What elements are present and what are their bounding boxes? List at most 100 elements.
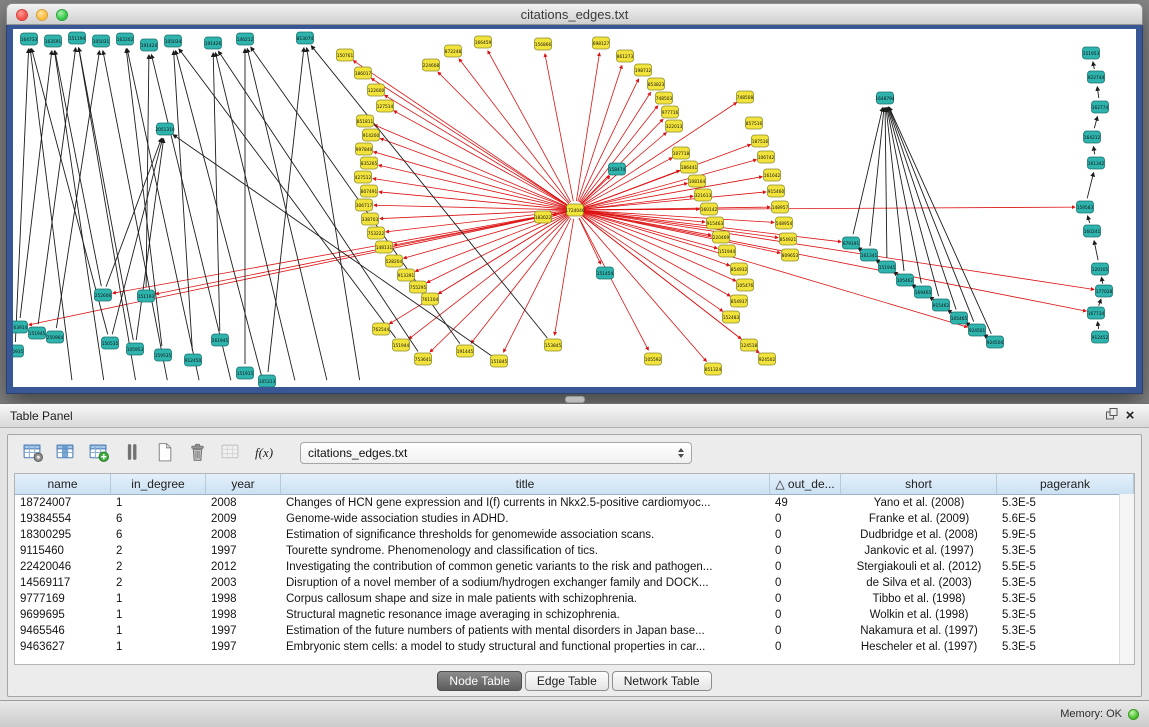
column-header-year[interactable]: year (206, 474, 281, 494)
graph-node[interactable]: 105034 (165, 35, 182, 47)
graph-node[interactable]: 191445 (457, 345, 474, 357)
close-panel-button[interactable]: × (1121, 407, 1139, 425)
tab-network-table[interactable]: Network Table (612, 671, 712, 691)
table-row[interactable]: 2242004622012Investigating the contribut… (15, 559, 1134, 575)
graph-node[interactable]: 914200 (363, 129, 380, 141)
graph-node[interactable]: 748503 (656, 92, 673, 104)
table-row[interactable]: 946362711997Embryonic stem cells: a mode… (15, 639, 1134, 655)
graph-node[interactable]: 912450 (185, 354, 202, 366)
graph-node[interactable]: 161341 (861, 249, 878, 261)
graph-node[interactable]: 997840 (356, 143, 373, 155)
graph-node[interactable]: 151454 (597, 267, 614, 279)
graph-node[interactable]: 915460 (768, 185, 785, 197)
graph-node[interactable]: 151945 (879, 261, 896, 273)
graph-node[interactable]: 148957 (772, 201, 789, 213)
graph-node[interactable]: 146212 (237, 33, 254, 45)
graph-node[interactable]: 107718 (673, 147, 690, 159)
panel-splitter-handle[interactable] (565, 396, 585, 403)
graph-node[interactable]: 761104 (422, 293, 439, 305)
graph-node[interactable]: 150535 (102, 337, 119, 349)
table-row[interactable]: 969969511998Structural magnetic resonanc… (15, 607, 1134, 623)
graph-node[interactable]: 548954 (776, 217, 793, 229)
graph-node[interactable]: 224608 (423, 59, 440, 71)
graph-node[interactable]: 120105 (1092, 263, 1109, 275)
graph-node[interactable]: 854921 (780, 233, 797, 245)
graph-node[interactable]: 977716 (662, 106, 679, 118)
graph-node[interactable]: 809653 (782, 249, 799, 261)
graph-node[interactable]: 191426 (205, 37, 222, 49)
graph-node[interactable]: 150761 (337, 49, 354, 61)
graph-node[interactable]: 753641 (415, 353, 432, 365)
graph-node[interactable]: 151944 (719, 245, 736, 257)
table-scrollbar[interactable] (1119, 494, 1134, 664)
graph-node[interactable]: 261945 (212, 334, 229, 346)
graph-node[interactable]: 322013 (666, 120, 683, 132)
graph-node[interactable]: 105031 (93, 35, 110, 47)
graph-node[interactable]: 105465 (951, 312, 968, 324)
window-titlebar[interactable]: citations_edges.txt (6, 3, 1143, 25)
column-header-title[interactable]: title (281, 474, 770, 494)
graph-node[interactable]: 872248 (445, 45, 462, 57)
graph-node[interactable]: 186441 (681, 161, 698, 173)
toolbar-button-import-table[interactable] (84, 440, 112, 466)
graph-node[interactable]: 913391 (398, 269, 415, 281)
table-row[interactable]: 1872400712008Changes of HCN gene express… (15, 495, 1134, 511)
table-row[interactable]: 1938455462009Genome-wide association stu… (15, 511, 1134, 527)
table-selector-dropdown[interactable]: citations_edges.txt (300, 442, 692, 464)
graph-node[interactable]: 122600 (368, 84, 385, 96)
graph-node[interactable]: 148131 (376, 241, 393, 253)
graph-node[interactable]: 912452 (1092, 331, 1109, 343)
graph-node[interactable]: 160241 (1084, 225, 1101, 237)
graph-node[interactable]: 186017 (355, 67, 372, 79)
graph-node[interactable]: 924504 (987, 336, 1004, 348)
graph-node[interactable]: 151944 (393, 339, 410, 351)
graph-node[interactable]: 753222 (368, 227, 385, 239)
graph-node[interactable]: 427512 (355, 171, 372, 183)
graph-node[interactable]: 124518 (741, 339, 758, 351)
graph-node[interactable]: 105476 (737, 279, 754, 291)
toolbar-button-select-columns[interactable] (51, 440, 79, 466)
graph-node[interactable]: 813074 (297, 32, 314, 44)
graph-node[interactable]: 162202 (117, 33, 134, 45)
zoom-window-icon[interactable] (56, 9, 68, 21)
graph-node[interactable]: 807491 (361, 185, 378, 197)
graph-node[interactable]: 105313 (259, 375, 276, 387)
column-header-out_de[interactable]: △ out_de... (770, 474, 841, 494)
column-header-pagerank[interactable]: pagerank (997, 474, 1134, 494)
table-row[interactable]: 911546021997Tourette syndrome. Phenomeno… (15, 543, 1134, 559)
graph-node[interactable]: 2051310 (155, 123, 174, 135)
graph-node[interactable]: 159535 (155, 349, 172, 361)
graph-node[interactable]: 924502 (759, 353, 776, 365)
column-header-short[interactable]: short (841, 474, 997, 494)
graph-node[interactable]: 1648794 (875, 92, 894, 104)
graph-node[interactable]: 854937 (731, 295, 748, 307)
network-canvas[interactable]: 1724046150761186017122600127514851811914… (13, 29, 1136, 387)
graph-node[interactable]: 177028 (1096, 285, 1113, 297)
graph-node[interactable]: 220469 (713, 231, 730, 243)
graph-node[interactable]: 924501 (969, 324, 986, 336)
graph-node[interactable]: 851811 (357, 115, 374, 127)
graph-node[interactable]: 163914 (13, 321, 28, 333)
table-row[interactable]: 977716911998Corpus callosum shape and si… (15, 591, 1134, 607)
graph-node[interactable]: 151193 (138, 290, 155, 302)
table-row[interactable]: 946554611997Estimation of the future num… (15, 623, 1134, 639)
graph-node[interactable]: 755295 (410, 281, 427, 293)
graph-node[interactable]: 748508 (737, 91, 754, 103)
tab-node-table[interactable]: Node Table (437, 671, 522, 691)
column-header-name[interactable]: name (15, 474, 111, 494)
graph-node[interactable]: 163591 (45, 35, 62, 47)
graph-node[interactable]: 152483 (723, 311, 740, 323)
graph-node[interactable]: 151945 (29, 327, 46, 339)
graph-node[interactable]: 158474 (609, 163, 626, 175)
graph-node[interactable]: 160142 (701, 203, 718, 215)
float-panel-button[interactable] (1103, 407, 1121, 425)
graph-node[interactable]: 187516 (752, 135, 769, 147)
graph-node[interactable]: 105935 (13, 345, 24, 357)
graph-node[interactable]: 162774 (1092, 101, 1109, 113)
graph-node[interactable]: 679191 (843, 237, 860, 249)
graph-node[interactable]: 191424 (141, 39, 158, 51)
graph-node[interactable]: 922744 (1088, 71, 1105, 83)
graph-node[interactable]: 151194 (69, 32, 86, 44)
graph-node[interactable]: 161342 (1088, 157, 1105, 169)
table-row[interactable]: 1456911722003Disruption of a novel membe… (15, 575, 1134, 591)
